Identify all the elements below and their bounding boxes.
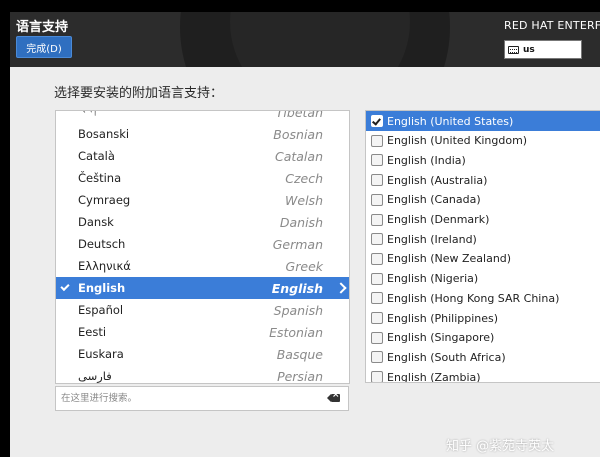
locale-label: English (India) [387, 153, 466, 167]
locale-row[interactable]: English (India) [366, 150, 600, 170]
language-native-name: Dansk [78, 215, 114, 229]
locale-row[interactable]: English (Zambia) [366, 367, 600, 383]
language-search-box [55, 386, 349, 411]
language-native-name: Español [78, 303, 124, 317]
language-native-name: Deutsch [78, 237, 126, 251]
locale-row[interactable]: English (Denmark) [366, 210, 600, 230]
language-native-name: Ελληνικά [78, 259, 131, 273]
language-row[interactable]: Bosanski Bosnian [56, 123, 349, 145]
locale-row[interactable]: English (South Africa) [366, 347, 600, 367]
locale-label: English (Denmark) [387, 213, 490, 226]
locale-checkbox[interactable] [371, 252, 383, 265]
language-prompt: 选择要安装的附加语言支持： [54, 86, 224, 101]
locale-label: English (Hong Kong SAR China) [387, 291, 560, 305]
clear-search-icon[interactable] [327, 390, 340, 402]
language-english-name: English [271, 280, 323, 296]
locale-row[interactable]: English (United Kingdom) [366, 131, 600, 151]
locale-checkbox[interactable] [371, 292, 383, 305]
watermark: 知乎 @紫苑寺英太 [446, 439, 555, 454]
language-native-name: Cymraeg [78, 193, 131, 207]
language-native-name: Eesti [78, 325, 107, 339]
locale-checkbox[interactable] [371, 134, 383, 147]
page-title: 语言支持 [16, 20, 69, 35]
language-english-name: Bosnian [273, 126, 323, 142]
done-button[interactable]: 完成(D) [16, 36, 72, 58]
language-english-name: Catalan [274, 148, 323, 164]
header-decoration-inner [230, 12, 410, 67]
language-row[interactable]: Deutsch German [56, 233, 349, 255]
locale-checkbox[interactable] [371, 331, 383, 344]
locale-checkbox[interactable] [371, 174, 383, 187]
keyboard-layout-indicator[interactable]: us [504, 40, 582, 59]
locale-row[interactable]: English (Nigeria) [366, 269, 600, 289]
language-row[interactable]: Eesti Estonian [56, 321, 349, 343]
language-english-name: German [272, 236, 323, 252]
locale-row[interactable]: English (Philippines) [366, 308, 600, 328]
check-icon [60, 281, 70, 292]
language-english-name: Welsh [285, 192, 323, 208]
locale-checkbox-checked[interactable] [371, 115, 383, 127]
locale-label: English (Nigeria) [387, 272, 479, 286]
language-english-name: Greek [285, 258, 323, 274]
locale-checkbox[interactable] [371, 351, 383, 364]
language-native-name: English [78, 281, 126, 295]
chevron-right-icon [335, 282, 347, 294]
language-native-name: Català [78, 149, 115, 163]
locale-label: English (South Africa) [387, 350, 506, 364]
locale-row[interactable]: English (Hong Kong SAR China) [366, 288, 600, 308]
locale-label: English (Canada) [387, 193, 481, 207]
language-row[interactable]: Cymraeg Welsh [56, 189, 349, 211]
locale-label: English (Australia) [387, 173, 488, 187]
locale-row-selected[interactable]: English (United States) [366, 111, 600, 131]
language-row[interactable]: فارسی Persian [56, 365, 349, 384]
locale-label: English (United States) [387, 114, 514, 128]
language-native-name: فارسی [78, 369, 112, 383]
locale-label: English (New Zealand) [387, 252, 512, 266]
language-english-name: Spanish [273, 302, 323, 318]
locale-list[interactable]: English (United States) English (United … [365, 110, 600, 383]
locale-row[interactable]: English (Singapore) [366, 328, 600, 348]
language-row[interactable]: Čeština Czech [56, 167, 349, 189]
locale-label: English (United Kingdom) [387, 134, 528, 148]
language-english-name: Basque [276, 346, 323, 362]
locale-checkbox[interactable] [371, 272, 383, 285]
locale-row[interactable]: English (Australia) [366, 170, 600, 190]
locale-checkbox[interactable] [371, 154, 383, 167]
locale-row[interactable]: English (Canada) [366, 190, 600, 210]
language-english-name: Estonian [269, 324, 323, 340]
locale-checkbox[interactable] [371, 213, 383, 226]
language-english-name: Danish [279, 214, 323, 230]
locale-checkbox[interactable] [371, 233, 383, 246]
header-bar: 语言支持 完成(D) RED HAT ENTERF us [10, 12, 600, 67]
language-native-name: Čeština [78, 171, 122, 185]
language-native-name: Euskara [78, 347, 124, 361]
product-name: RED HAT ENTERF [504, 19, 600, 32]
locale-checkbox[interactable] [371, 312, 383, 324]
keyboard-layout-label: us [523, 44, 535, 55]
locale-label: English (Zambia) [387, 370, 481, 383]
language-row[interactable]: Dansk Danish [56, 211, 349, 233]
language-english-name: Tibetan [275, 110, 323, 120]
language-row[interactable]: Español Spanish [56, 299, 349, 321]
language-list[interactable]: ཇོང་ཁ Tibetan Bosanski Bosnian Català Ca… [55, 110, 350, 384]
language-row[interactable]: Ελληνικά Greek [56, 255, 349, 277]
language-row-selected[interactable]: English English [56, 277, 349, 299]
locale-label: English (Ireland) [387, 232, 477, 246]
language-row[interactable]: ཇོང་ཁ Tibetan [56, 110, 349, 123]
locale-row[interactable]: English (New Zealand) [366, 249, 600, 269]
language-english-name: Persian [277, 368, 323, 384]
search-input[interactable] [61, 391, 311, 405]
keyboard-icon [508, 45, 519, 54]
language-row[interactable]: Euskara Basque [56, 343, 349, 365]
locale-row[interactable]: English (Ireland) [366, 229, 600, 249]
locale-label: English (Singapore) [387, 331, 495, 345]
locale-checkbox[interactable] [371, 371, 383, 382]
language-english-name: Czech [285, 170, 323, 186]
checkmark-icon [372, 116, 381, 126]
language-support-window: 语言支持 完成(D) RED HAT ENTERF us 选择要安装的附加语言支… [10, 12, 600, 457]
language-row[interactable]: Català Catalan [56, 145, 349, 167]
locale-checkbox[interactable] [371, 193, 383, 206]
language-native-name: Bosanski [78, 127, 130, 141]
locale-label: English (Philippines) [387, 311, 499, 325]
